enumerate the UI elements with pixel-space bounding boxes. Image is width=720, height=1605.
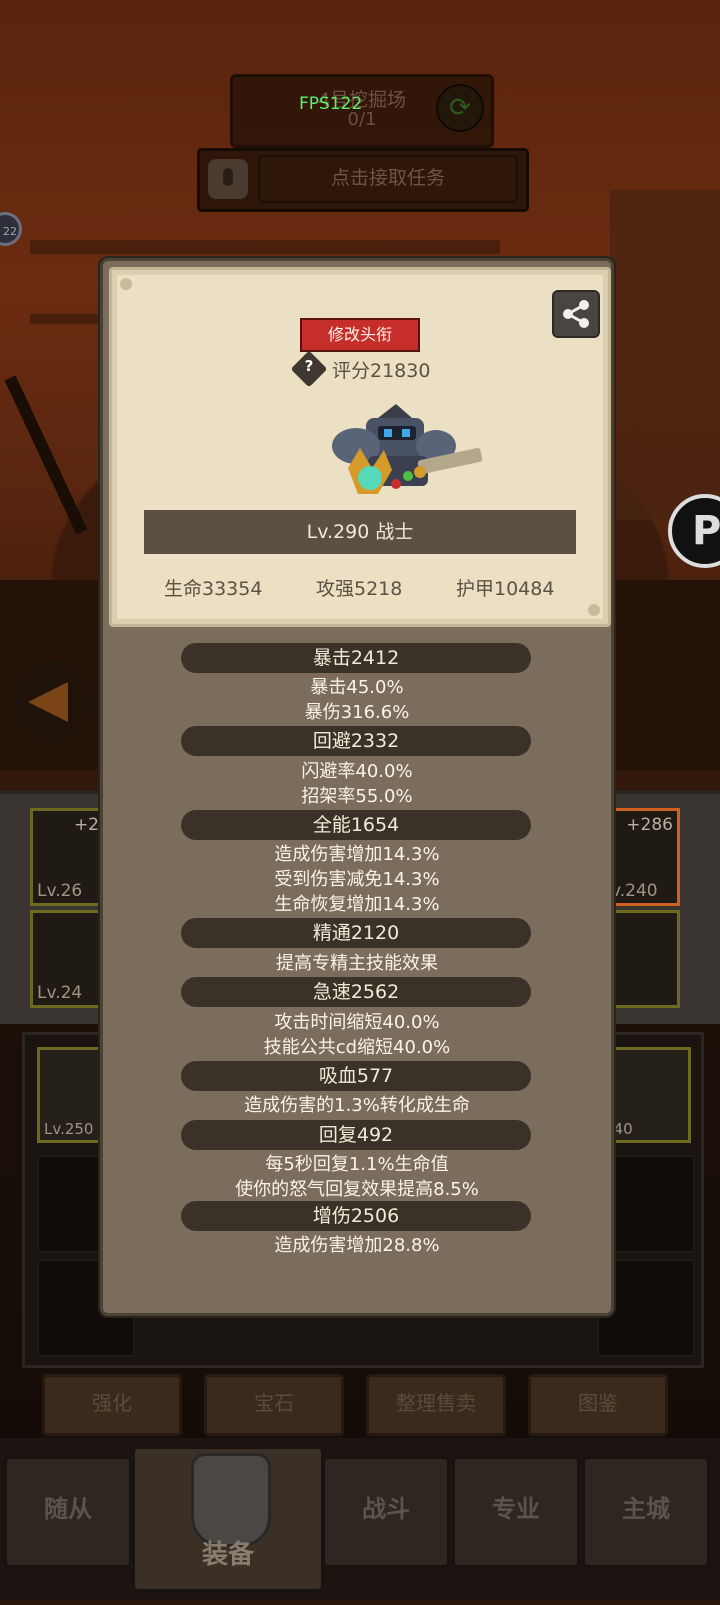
lifesteal-header: 吸血577 — [181, 1061, 531, 1091]
damage-bonus-effect: 造成伤害增加28.8% — [274, 1235, 440, 1256]
character-card: 修改头衔 ? 评分21830 Lv.290 战士 生命33354 攻强5218 … — [109, 267, 611, 627]
gem-button[interactable]: 宝石 — [204, 1374, 344, 1436]
refresh-icon: ⟳ — [449, 93, 471, 123]
codex-button[interactable]: 图鉴 — [528, 1374, 668, 1436]
edit-title-button[interactable]: 修改头衔 — [300, 318, 420, 352]
nav-equipment-label: 装备 — [201, 1540, 254, 1570]
versatility-reduction: 受到伤害减免14.3% — [274, 869, 440, 890]
equip-slot[interactable] — [604, 910, 680, 1008]
versatility-header: 全能1654 — [181, 810, 531, 840]
nav-followers[interactable]: 随从 — [4, 1456, 132, 1568]
warrior-avatar — [332, 404, 483, 494]
slot-level: Lv.26 — [37, 881, 83, 901]
regen-rage: 使你的怒气回复效果提高8.5% — [235, 1179, 479, 1200]
haste-header: 急速2562 — [181, 977, 531, 1007]
score-label: 评分21830 — [332, 360, 431, 382]
mastery-effect: 提高专精主技能效果 — [276, 953, 438, 974]
bag-slot-level: Lv.250 — [44, 1120, 94, 1138]
slot-level: Lv.24 — [37, 983, 83, 1003]
card-rivet — [588, 604, 600, 616]
slot-level: v.240 — [611, 881, 658, 901]
share-icon — [563, 300, 589, 328]
crit-header: 暴击2412 — [181, 643, 531, 673]
haste-attack-time: 攻击时间缩短40.0% — [274, 1012, 440, 1033]
nav-battle[interactable]: 战斗 — [322, 1456, 450, 1568]
crit-damage: 暴伤316.6% — [304, 702, 410, 723]
character-name-level: Lv.290 战士 — [144, 510, 576, 554]
haste-global-cd: 技能公共cd缩短40.0% — [263, 1037, 451, 1058]
damage-bonus-header: 增伤2506 — [181, 1201, 531, 1231]
nav-equipment[interactable]: 装备 — [132, 1446, 324, 1592]
attack-stat: 攻强5218 — [316, 578, 403, 600]
avoidance-header: 回避2332 — [181, 726, 531, 756]
slot-plus: +2 — [73, 815, 99, 835]
equip-slot[interactable]: Lv.24 — [30, 910, 106, 1008]
equip-slot[interactable]: +286 v.240 — [604, 808, 680, 906]
parry-rate: 招架率55.0% — [301, 786, 413, 807]
slot-plus: +286 — [626, 815, 673, 835]
lifesteal-effect: 造成伤害的1.3%转化成生命 — [244, 1095, 470, 1116]
dodge-rate: 闪避率40.0% — [301, 761, 413, 782]
accept-task-label: 点击接取任务 — [330, 167, 445, 189]
hp-stat: 生命33354 — [164, 578, 263, 600]
nav-profession[interactable]: 专业 — [452, 1456, 580, 1568]
crit-rate: 暴击45.0% — [310, 677, 404, 698]
back-arrow-icon[interactable] — [10, 660, 94, 744]
card-rivet — [120, 278, 132, 290]
refresh-button[interactable]: ⟳ — [436, 84, 484, 132]
equip-slot[interactable]: +2 Lv.26 — [30, 808, 106, 906]
character-info-modal: 修改头衔 ? 评分21830 Lv.290 战士 生命33354 攻强5218 … — [100, 258, 614, 1316]
share-button[interactable] — [552, 290, 600, 338]
nav-main-city[interactable]: 主城 — [582, 1456, 710, 1568]
help-symbol: ? — [304, 357, 314, 375]
armor-stat: 护甲10484 — [456, 578, 555, 600]
versatility-damage: 造成伤害增加14.3% — [274, 844, 440, 865]
regen-header: 回复492 — [181, 1120, 531, 1150]
background-tower — [610, 190, 720, 520]
sort-sell-button[interactable]: 整理售卖 — [366, 1374, 506, 1436]
versatility-healing: 生命恢复增加14.3% — [274, 894, 440, 915]
regen-hp: 每5秒回复1.1%生命值 — [265, 1154, 449, 1175]
accept-task-bar[interactable]: 点击接取任务 — [197, 148, 529, 212]
enhance-button[interactable]: 强化 — [42, 1374, 182, 1436]
task-icon — [208, 159, 248, 199]
fps-counter: FPS122 — [299, 94, 363, 114]
mastery-header: 精通2120 — [181, 918, 531, 948]
